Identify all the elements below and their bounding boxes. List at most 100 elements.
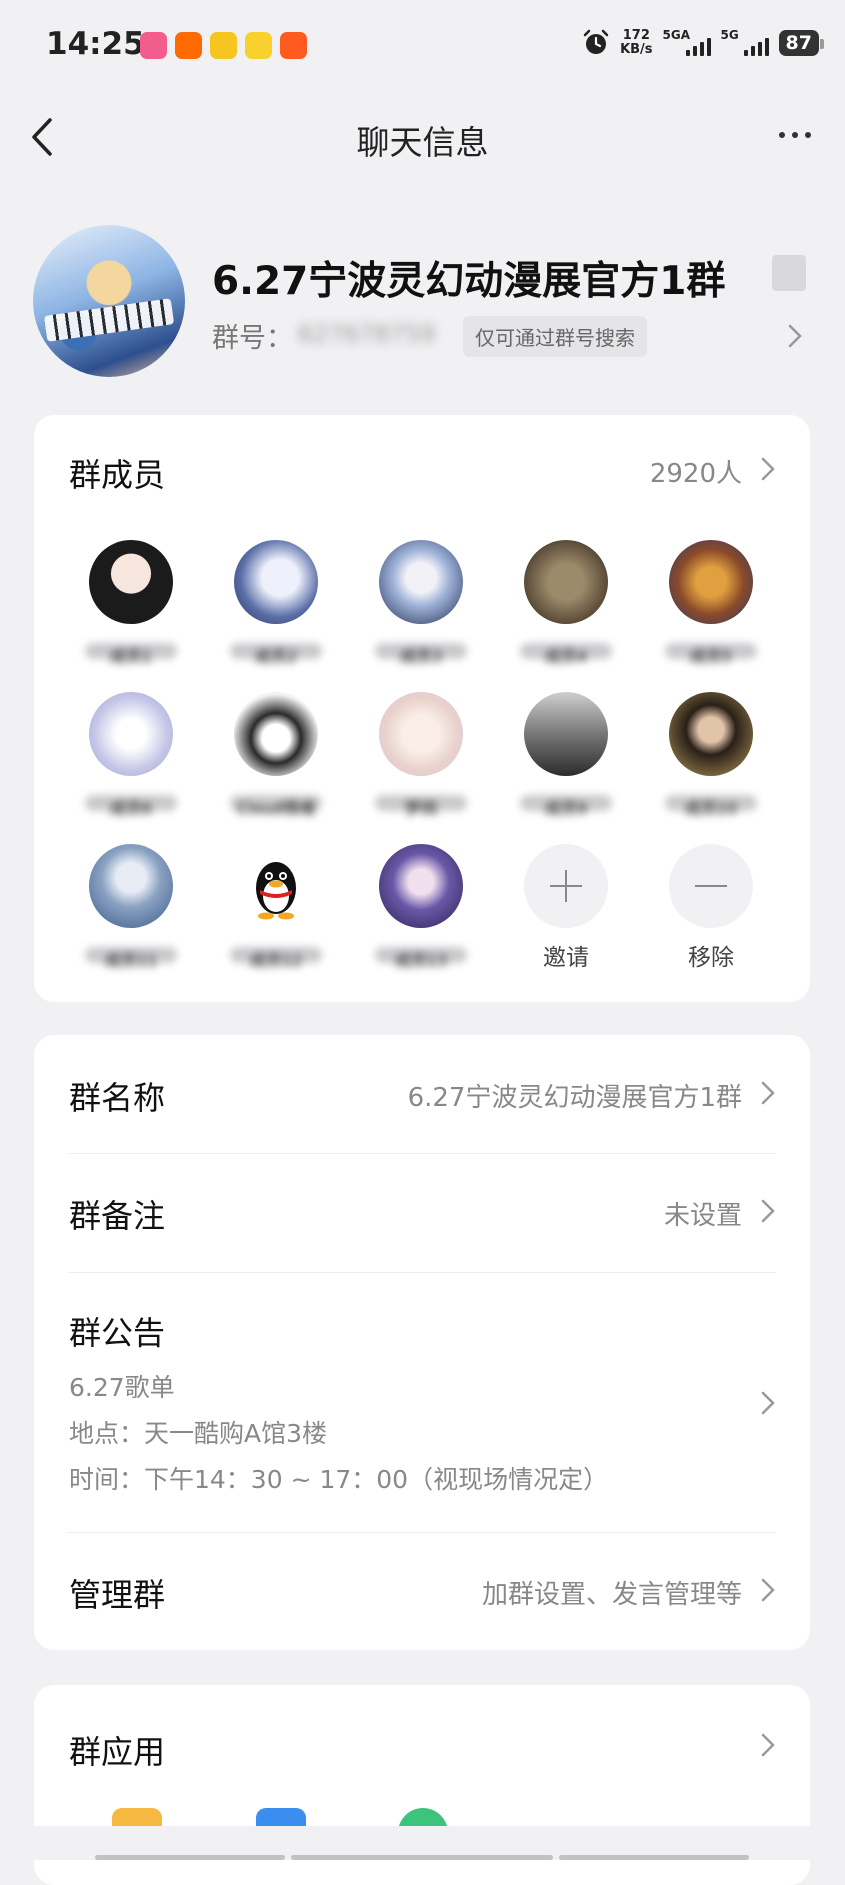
member-item[interactable]: 成员6 [71, 692, 191, 818]
member-item[interactable]: 梦鸽 [361, 692, 481, 818]
member-name: 成员9 [520, 795, 612, 818]
member-item[interactable]: Cloud情绪 [216, 692, 336, 818]
group-profile-header[interactable]: 6.27宁波灵幻动漫展官方1群 群号： 627678759 仅可通过群号搜索 [0, 220, 845, 380]
divider [68, 1153, 776, 1154]
invite-label: 邀请 [543, 945, 589, 971]
member-name: 成员3 [375, 643, 467, 666]
remove-member-button[interactable]: 移除 [651, 844, 771, 972]
group-id-value: 627678759 [298, 320, 436, 348]
network-speed: 172 KB/s [620, 29, 652, 57]
signal-bars-icon [685, 38, 711, 56]
member-name: 成员11 [85, 947, 177, 970]
manage-group-value: 加群设置、发言管理等 [481, 1580, 742, 1610]
group-notice-content: 6.27歌单 地点：天一酷购A馆3楼 时间：下午14：30 ~ 17：00（视现… [69, 1365, 608, 1503]
member-name: 梦鸽 [375, 795, 467, 818]
member-name: 成员12 [230, 947, 322, 970]
manage-group-label: 管理群 [69, 1576, 166, 1614]
minus-icon[interactable] [669, 844, 753, 928]
gesture-bar [95, 1855, 749, 1860]
chevron-right-icon[interactable] [760, 455, 776, 483]
member-name: Cloud情绪 [230, 795, 322, 818]
member-item[interactable]: 成员5 [651, 540, 771, 666]
notice-line: 时间：下午14：30 ~ 17：00（视现场情况定） [69, 1465, 609, 1494]
qr-code-icon[interactable] [772, 255, 806, 291]
group-name: 6.27宁波灵幻动漫展官方1群 [212, 259, 726, 304]
member-avatar[interactable] [89, 844, 173, 928]
member-name: 成员4 [520, 643, 612, 666]
alarm-icon [583, 29, 609, 54]
group-notice-label: 群公告 [69, 1314, 166, 1352]
member-avatar[interactable] [234, 692, 318, 776]
chevron-right-icon[interactable] [760, 1576, 776, 1604]
chevron-right-icon[interactable] [760, 1079, 776, 1107]
divider [68, 1532, 776, 1533]
page-title: 聊天信息 [356, 123, 489, 162]
group-name-label: 群名称 [69, 1079, 166, 1117]
group-settings-card: 群名称 6.27宁波灵幻动漫展官方1群 群备注 未设置 群公告 6.27歌单 地… [34, 1035, 810, 1650]
sim2-label: 5G [720, 28, 739, 42]
group-id-hint-badge: 仅可通过群号搜索 [463, 316, 647, 357]
member-avatar[interactable] [89, 692, 173, 776]
member-name: 成员6 [85, 795, 177, 818]
signal-sim2: 5G [721, 28, 769, 58]
nav-header: 聊天信息 [0, 92, 845, 182]
member-name: 成员1 [85, 643, 177, 666]
status-app-icons [140, 32, 307, 59]
group-id-label: 群号： [212, 323, 293, 354]
member-name: 成员2 [230, 643, 322, 666]
member-avatar[interactable] [669, 540, 753, 624]
member-item[interactable]: 成员12 [216, 844, 336, 970]
status-bar: 14:25 172 KB/s 5GA 5G 87 [0, 0, 845, 92]
member-item[interactable]: 成员13 [361, 844, 481, 970]
qq-penguin-icon [256, 862, 296, 920]
group-avatar[interactable] [33, 225, 185, 377]
members-count[interactable]: 2920人 [650, 453, 742, 490]
remove-label: 移除 [688, 945, 734, 971]
notice-line: 6.27歌单 [69, 1373, 175, 1402]
plus-icon[interactable] [524, 844, 608, 928]
member-avatar[interactable] [379, 692, 463, 776]
network-speed-unit: KB/s [620, 42, 653, 57]
member-avatar[interactable] [89, 540, 173, 624]
divider [68, 1272, 776, 1273]
notice-line: 地点：天一酷购A馆3楼 [69, 1419, 328, 1448]
chevron-right-icon[interactable] [785, 322, 805, 350]
chevron-right-icon[interactable] [760, 1731, 776, 1759]
member-item[interactable]: 成员2 [216, 540, 336, 666]
network-speed-value: 172 [622, 28, 650, 43]
group-remark-label: 群备注 [69, 1197, 166, 1235]
member-item[interactable]: 成员1 [71, 540, 191, 666]
group-name-value: 6.27宁波灵幻动漫展官方1群 [407, 1083, 742, 1113]
member-name: 成员10 [665, 795, 757, 818]
invite-member-button[interactable]: 邀请 [506, 844, 626, 972]
members-label: 群成员 [69, 456, 166, 494]
member-avatar[interactable] [524, 540, 608, 624]
member-avatar[interactable] [379, 540, 463, 624]
taobao-icon [175, 32, 202, 59]
ele-icon [245, 32, 272, 59]
meituan-icon [210, 32, 237, 59]
signal-sim1: 5GA [663, 28, 711, 58]
taobao-shop-icon [280, 32, 307, 59]
battery-indicator: 87 [778, 30, 825, 56]
member-avatar[interactable] [524, 692, 608, 776]
member-name: 成员13 [375, 947, 467, 970]
status-time: 14:25 [46, 26, 145, 62]
member-item[interactable]: 成员10 [651, 692, 771, 818]
group-remark-value: 未设置 [663, 1201, 742, 1231]
member-item[interactable]: 成员11 [71, 844, 191, 970]
member-avatar[interactable] [379, 844, 463, 928]
member-item[interactable]: 成员3 [361, 540, 481, 666]
member-avatar[interactable] [234, 540, 318, 624]
members-card: 群成员 2920人 成员1 成员2 成员3 成员4 成员5 成员6 Cloud情… [34, 415, 810, 1002]
chevron-right-icon[interactable] [760, 1197, 776, 1225]
member-avatar[interactable] [669, 692, 753, 776]
chevron-right-icon[interactable] [760, 1389, 776, 1417]
group-apps-label: 群应用 [69, 1733, 166, 1771]
member-avatar[interactable] [234, 844, 318, 928]
more-options-icon[interactable] [773, 120, 817, 150]
member-item[interactable]: 成员9 [506, 692, 626, 818]
member-name: 成员5 [665, 643, 757, 666]
signal-bars-icon [743, 38, 769, 56]
member-item[interactable]: 成员4 [506, 540, 626, 666]
